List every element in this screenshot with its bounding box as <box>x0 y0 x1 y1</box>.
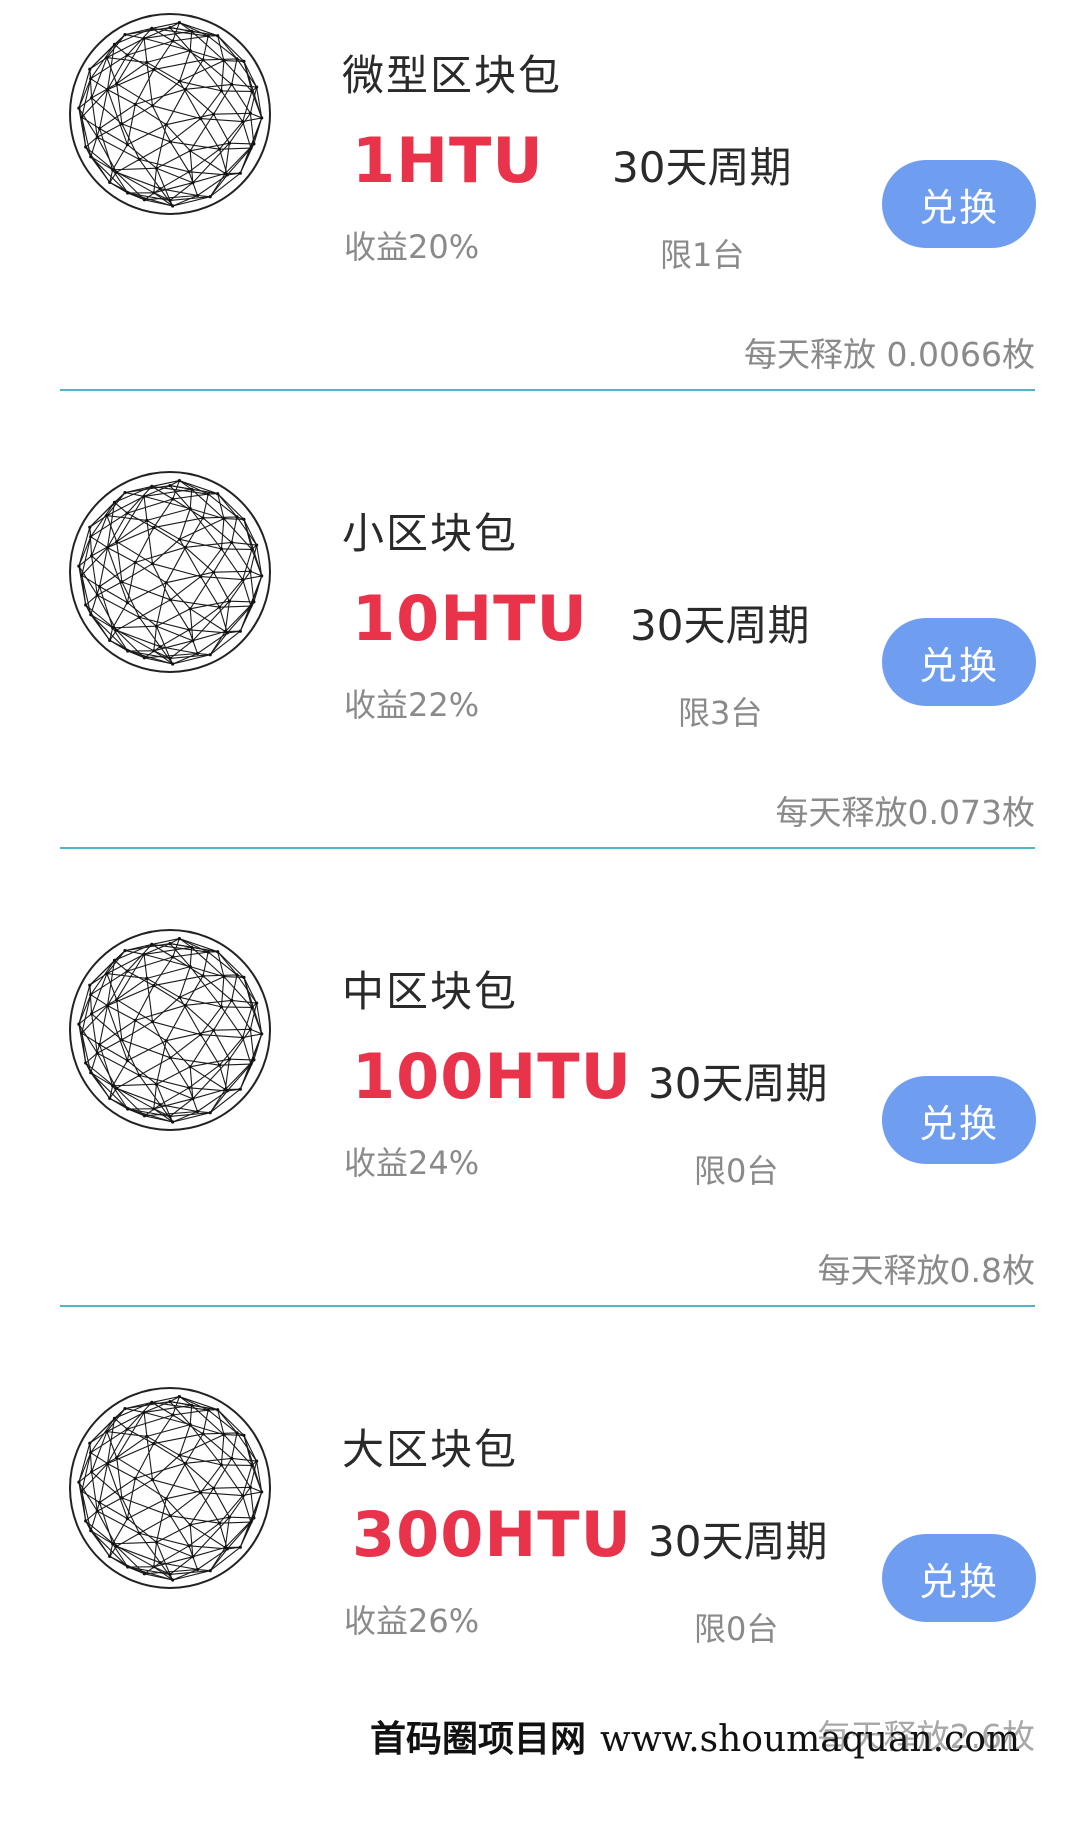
package-price: 1HTU <box>352 124 544 197</box>
exchange-button[interactable]: 兑换 <box>882 1534 1036 1622</box>
watermark-brand: 首码圈项目网 <box>370 1718 586 1760</box>
package-name: 中区块包 <box>342 958 518 1019</box>
divider <box>60 1305 1035 1307</box>
divider <box>60 389 1035 391</box>
package-name: 大区块包 <box>342 1416 518 1477</box>
wireframe-globe-icon <box>60 4 280 224</box>
package-yield: 收益20% <box>344 222 479 268</box>
daily-release: 每天释放 0.0066枚 <box>744 328 1035 376</box>
package-name: 微型区块包 <box>342 42 562 103</box>
daily-release: 每天释放0.8枚 <box>818 1244 1035 1292</box>
package-yield: 收益24% <box>344 1138 479 1184</box>
package-limit: 限0台 <box>694 1604 778 1650</box>
watermark-site: www.shoumaquan.com <box>600 1719 1020 1760</box>
exchange-button[interactable]: 兑换 <box>882 160 1036 248</box>
exchange-button[interactable]: 兑换 <box>882 1076 1036 1164</box>
package-price: 100HTU <box>352 1040 632 1113</box>
divider <box>60 847 1035 849</box>
wireframe-globe-icon <box>60 1378 280 1598</box>
package-cycle: 30天周期 <box>630 592 809 653</box>
wireframe-globe-icon <box>60 920 280 1140</box>
package-card-small: 小区块包 10HTU 30天周期 收益22% 限3台 兑换 每天释放0.073枚 <box>0 458 1080 918</box>
watermark: 首码圈项目网 www.shoumaquan.com <box>370 1710 1020 1762</box>
wireframe-globe-icon <box>60 462 280 682</box>
package-cycle: 30天周期 <box>648 1050 827 1111</box>
package-card-medium: 中区块包 100HTU 30天周期 收益24% 限0台 兑换 每天释放0.8枚 <box>0 916 1080 1376</box>
package-limit: 限3台 <box>678 688 762 734</box>
package-limit: 限0台 <box>694 1146 778 1192</box>
package-cycle: 30天周期 <box>612 134 791 195</box>
package-limit: 限1台 <box>660 230 744 276</box>
package-yield: 收益26% <box>344 1596 479 1642</box>
exchange-button[interactable]: 兑换 <box>882 618 1036 706</box>
package-cycle: 30天周期 <box>648 1508 827 1569</box>
daily-release: 每天释放0.073枚 <box>776 786 1035 834</box>
package-card-large: 大区块包 300HTU 30天周期 收益26% 限0台 兑换 每天释放2.6枚 <box>0 1374 1080 1834</box>
package-yield: 收益22% <box>344 680 479 726</box>
package-name: 小区块包 <box>342 500 518 561</box>
package-price: 300HTU <box>352 1498 632 1571</box>
package-price: 10HTU <box>352 582 588 655</box>
package-card-micro: 微型区块包 1HTU 30天周期 收益20% 限1台 兑换 每天释放 0.006… <box>0 0 1080 460</box>
